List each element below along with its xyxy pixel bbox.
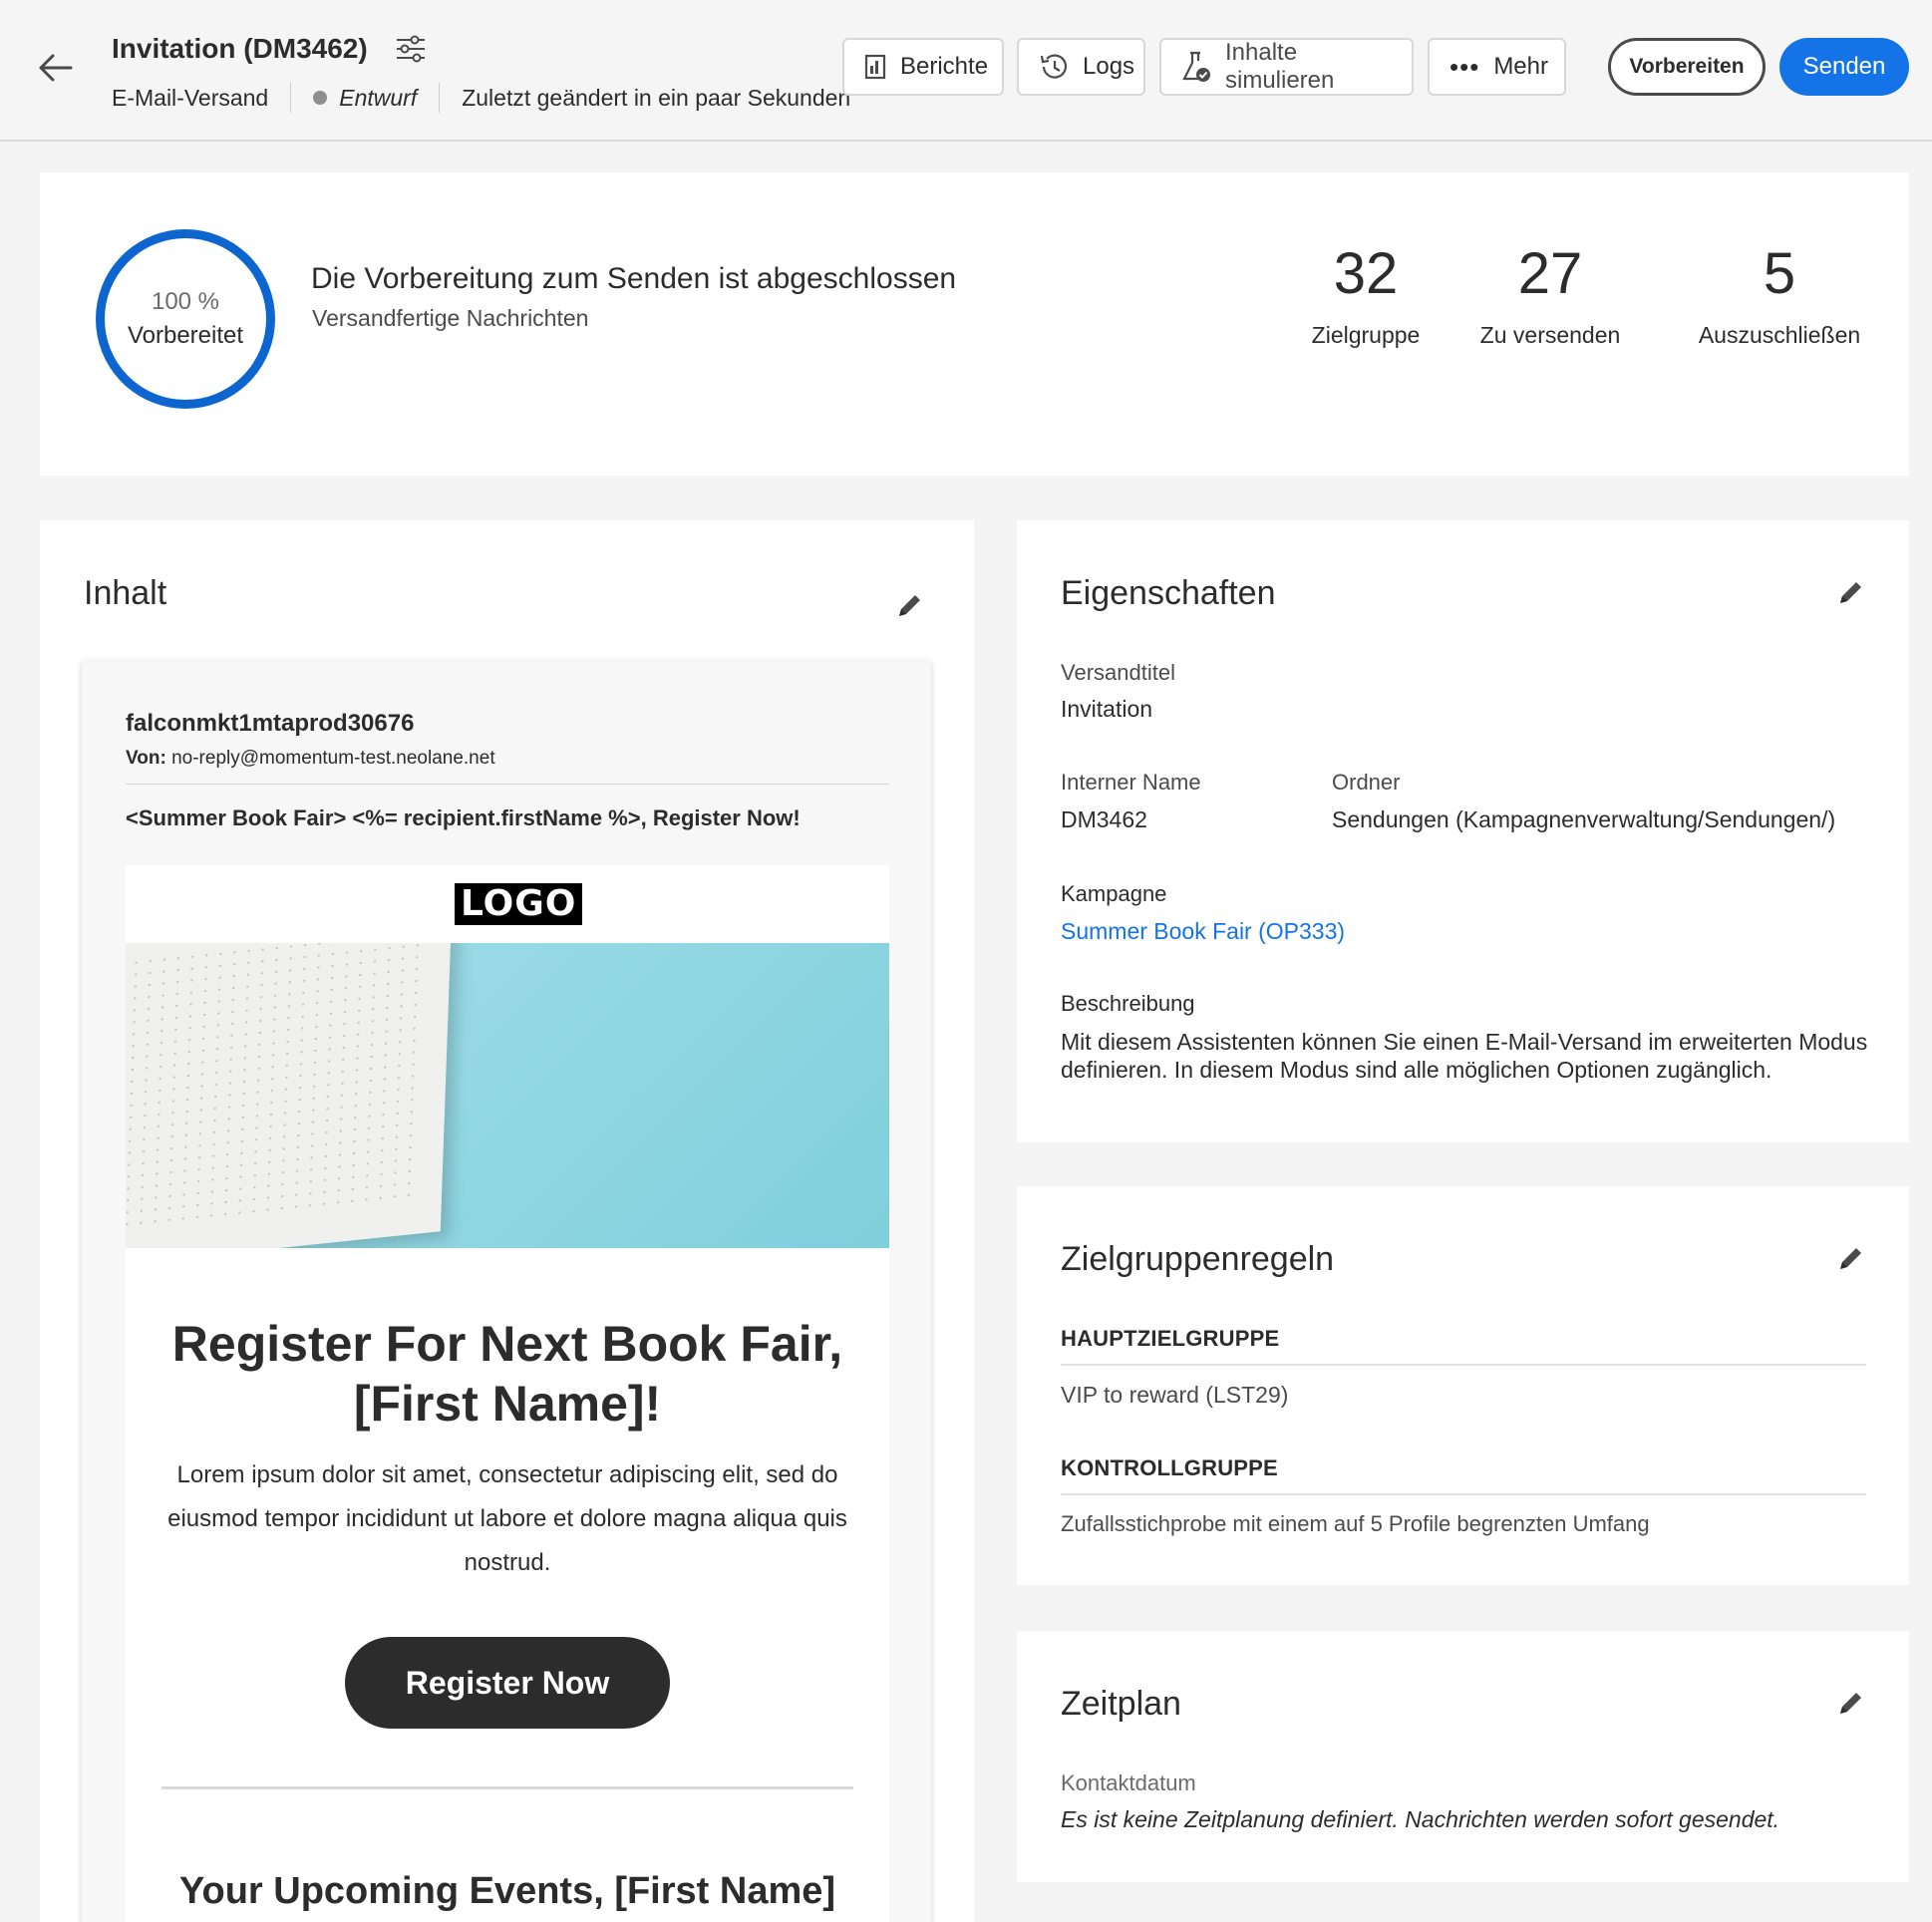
edit-pencil-icon[interactable]: [1834, 575, 1868, 609]
logs-button[interactable]: Logs: [1017, 38, 1145, 96]
more-button[interactable]: ••• Mehr: [1428, 38, 1566, 96]
contact-date-label: Kontaktdatum: [1061, 1770, 1196, 1795]
email-headline: Register For Next Book Fair, [First Name…: [171, 1316, 843, 1432]
control-group-value: Zufallsstichprobe mit einem auf 5 Profil…: [1061, 1511, 1650, 1536]
hero-image: [126, 943, 889, 1248]
register-now-button[interactable]: Register Now: [345, 1637, 670, 1729]
description-label: Beschreibung: [1061, 991, 1195, 1016]
campaign-label: Kampagne: [1061, 881, 1167, 906]
folder-value: Sendungen (Kampagnenverwaltung/Sendungen…: [1332, 806, 1836, 832]
email-subject: <Summer Book Fair> <%= recipient.firstNa…: [126, 805, 801, 830]
control-group-heading: KONTROLLGRUPPE: [1061, 1455, 1278, 1480]
logs-button-label: Logs: [1083, 53, 1135, 80]
from-label: Von:: [126, 748, 166, 769]
reports-button-label: Berichte: [900, 53, 989, 80]
last-modified: Zuletzt geändert in ein paar Sekunden: [462, 84, 851, 111]
email-body: LOGO Register For Next Book Fair, [First…: [126, 865, 889, 1922]
simulate-button-label: Inhalte simulieren: [1225, 39, 1335, 94]
calendar-illustration: [126, 943, 453, 1248]
preparation-summary-card: 100 % Vorbereitet Die Vorbereitung zum S…: [40, 172, 1909, 476]
description-value: Mit diesem Assistenten können Sie einen …: [1061, 1029, 1868, 1083]
events-heading: Your Upcoming Events, [First Name]: [178, 1870, 836, 1912]
meta-divider: [439, 83, 441, 113]
divider: [126, 784, 889, 785]
history-icon: [1040, 54, 1068, 79]
status-dot-icon: [313, 91, 328, 105]
from-address: no-reply@momentum-test.neolane.net: [171, 748, 495, 769]
edit-pencil-icon[interactable]: [1834, 1241, 1868, 1275]
delivery-title-label: Versandtitel: [1061, 660, 1175, 685]
progress-percent: 100 %: [151, 288, 220, 315]
simulate-content-button[interactable]: Inhalte simulieren: [1159, 38, 1414, 96]
beaker-check-icon: [1182, 51, 1210, 82]
stat-excluded: 5 Auszuschließen: [1675, 242, 1884, 349]
email-body-text: Lorem ipsum dolor sit amet, consectetur …: [167, 1461, 847, 1576]
stat-label: Zielgruppe: [1311, 321, 1421, 348]
email-preview: falconmkt1mtaprod30676 Von: no-reply@mom…: [82, 660, 931, 1922]
stat-to-send: 27 Zu versenden: [1455, 242, 1645, 349]
content-title: Inhalt: [84, 574, 167, 612]
stat-value: 5: [1763, 241, 1796, 306]
back-arrow-icon[interactable]: [36, 48, 76, 88]
prepare-button[interactable]: Vorbereiten: [1608, 38, 1766, 96]
schedule-card: Zeitplan Kontaktdatum Es ist keine Zeitp…: [1017, 1631, 1909, 1882]
divider: [1061, 1364, 1866, 1366]
edit-pencil-icon[interactable]: [1834, 1686, 1868, 1720]
audience-rules-card: Zielgruppenregeln HAUPTZIELGRUPPE VIP to…: [1017, 1186, 1909, 1585]
stat-value: 32: [1333, 241, 1399, 306]
schedule-title: Zeitplan: [1061, 1685, 1181, 1723]
campaign-link[interactable]: Summer Book Fair (OP333): [1061, 918, 1345, 945]
internal-name-label: Interner Name: [1061, 770, 1201, 795]
edit-pencil-icon[interactable]: [893, 588, 927, 622]
contact-date-value: Es ist keine Zeitplanung definiert. Nach…: [1061, 1806, 1780, 1832]
report-icon: [864, 54, 886, 80]
status-badge: Entwurf: [339, 84, 418, 111]
header-bar: Invitation (DM3462) E-Mail-Versand Entwu…: [0, 0, 1932, 142]
reports-button[interactable]: Berichte: [842, 38, 1004, 96]
stat-label: Zu versenden: [1479, 321, 1621, 348]
from-line: Von: no-reply@momentum-test.neolane.net: [126, 748, 495, 770]
properties-card: Eigenschaften Versandtitel Invitation In…: [1017, 520, 1909, 1142]
divider: [1061, 1493, 1866, 1495]
progress-label: Vorbereitet: [127, 322, 244, 349]
internal-name-value: DM3462: [1061, 806, 1147, 832]
page-title: Invitation (DM3462): [112, 33, 368, 64]
properties-title: Eigenschaften: [1061, 574, 1276, 612]
logo: LOGO: [455, 883, 583, 925]
more-button-label: Mehr: [1493, 53, 1548, 80]
delivery-type: E-Mail-Versand: [112, 84, 269, 111]
progress-ring: 100 % Vorbereitet: [96, 229, 275, 409]
main-audience-value: VIP to reward (LST29): [1061, 1382, 1289, 1408]
delivery-meta: E-Mail-Versand Entwurf Zuletzt geändert …: [112, 82, 850, 114]
content-card: Inhalt falconmkt1mtaprod30676 Von: no-re…: [40, 520, 974, 1922]
audience-rules-title: Zielgruppenregeln: [1061, 1240, 1335, 1278]
stat-value: 27: [1517, 241, 1583, 306]
stat-target: 32 Zielgruppe: [1286, 242, 1446, 349]
sliders-settings-icon[interactable]: [394, 32, 428, 66]
summary-subtitle: Versandfertige Nachrichten: [312, 305, 589, 331]
folder-label: Ordner: [1332, 770, 1401, 795]
send-button[interactable]: Senden: [1779, 38, 1909, 96]
more-dots-icon: •••: [1449, 52, 1480, 82]
main-audience-heading: HAUPTZIELGRUPPE: [1061, 1326, 1280, 1351]
divider: [161, 1786, 853, 1789]
meta-divider: [290, 83, 292, 113]
stat-label: Auszuschließen: [1698, 321, 1861, 348]
summary-title: Die Vorbereitung zum Senden ist abgeschl…: [311, 262, 957, 295]
sender-name: falconmkt1mtaprod30676: [126, 710, 415, 737]
delivery-title-value: Invitation: [1061, 696, 1153, 722]
